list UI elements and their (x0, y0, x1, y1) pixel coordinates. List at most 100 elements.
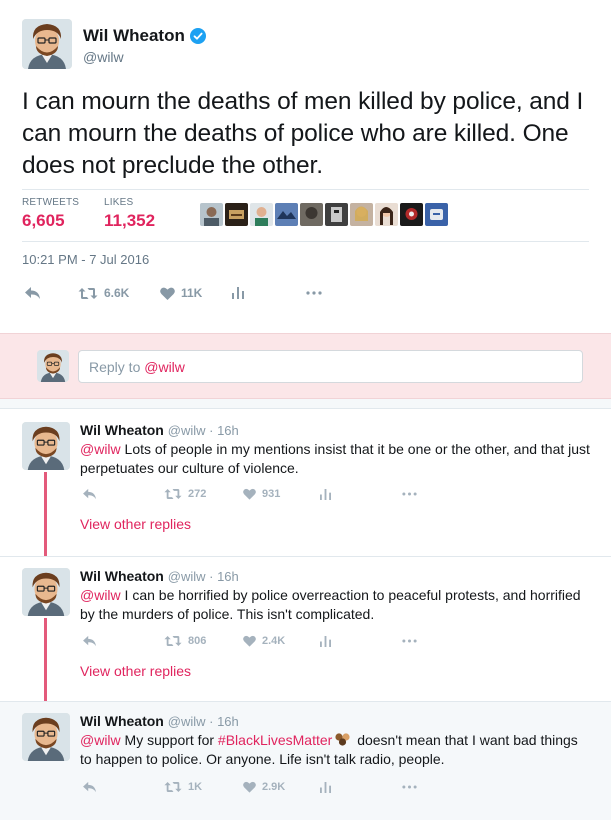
heart-icon (243, 488, 256, 500)
retweet-count: 1K (188, 781, 203, 793)
avatar[interactable] (22, 713, 70, 761)
more-icon (402, 785, 417, 789)
view-other-replies-link[interactable]: View other replies (80, 663, 191, 679)
reply-meta[interactable]: @wilw · 16h (168, 714, 239, 729)
reply-body: I can be horrified by police overreactio… (80, 587, 581, 622)
author-name-text[interactable]: Wil Wheaton (83, 26, 185, 46)
more-button[interactable] (402, 492, 417, 496)
reply-button[interactable] (82, 635, 164, 647)
reply-mention[interactable]: @wilw (80, 441, 121, 457)
analytics-button[interactable] (320, 781, 402, 793)
more-icon (402, 492, 417, 496)
tweet-actions: 6.6K 11K (24, 286, 322, 300)
reply-button[interactable] (24, 286, 78, 300)
reply-meta[interactable]: @wilw · 16h (168, 569, 239, 584)
liker-avatar[interactable] (400, 203, 423, 226)
like-count: 2.4K (262, 635, 286, 647)
retweets-value: 6,605 (22, 211, 65, 230)
retweet-button[interactable]: 6.6K (78, 286, 160, 300)
liker-avatar[interactable] (200, 203, 223, 226)
liker-avatar[interactable] (225, 203, 248, 226)
like-count: 931 (262, 488, 281, 500)
reply-meta[interactable]: @wilw · 16h (168, 423, 239, 438)
divider (22, 241, 589, 242)
reply-tweet[interactable]: Wil Wheaton @wilw · 16h @wilw My support… (0, 702, 611, 820)
retweet-icon (164, 636, 182, 646)
hashtag-link[interactable]: #BlackLivesMatter (218, 732, 332, 748)
like-button[interactable]: 11K (160, 286, 232, 300)
analytics-icon (320, 488, 331, 500)
reply-header: Wil Wheaton @wilw · 16h (80, 713, 239, 729)
reply-author-name[interactable]: Wil Wheaton (80, 422, 164, 438)
reply-mention[interactable]: @wilw (80, 587, 121, 603)
reply-actions: 272 931 (82, 488, 417, 500)
more-button[interactable] (306, 291, 322, 295)
avatar[interactable] (22, 422, 70, 470)
thread-line (44, 472, 47, 556)
like-count: 2.9K (262, 781, 286, 793)
reply-tweet[interactable]: Wil Wheaton @wilw · 16h @wilw Lots of pe… (0, 410, 611, 556)
reply-composer: Reply to @wilw (0, 333, 611, 399)
analytics-button[interactable] (320, 635, 402, 647)
more-button[interactable] (402, 639, 417, 643)
author-name[interactable]: Wil Wheaton (83, 26, 206, 46)
reply-icon (83, 488, 96, 500)
liker-avatar[interactable] (250, 203, 273, 226)
retweet-icon (164, 782, 182, 792)
main-tweet: Wil Wheaton @wilw I can mourn the deaths… (0, 0, 611, 333)
analytics-icon (232, 287, 244, 299)
author-handle[interactable]: @wilw (83, 49, 124, 65)
reply-actions: 1K 2.9K (82, 781, 417, 793)
retweet-count: 272 (188, 488, 207, 500)
reply-icon (25, 287, 40, 299)
analytics-button[interactable] (320, 488, 402, 500)
liker-avatar[interactable] (375, 203, 398, 226)
retweet-button[interactable]: 1K (164, 781, 243, 793)
retweet-count: 806 (188, 635, 207, 647)
retweets-label: RETWEETS (22, 197, 80, 208)
divider (22, 189, 589, 190)
reply-author-name[interactable]: Wil Wheaton (80, 713, 164, 729)
avatar[interactable] (22, 568, 70, 616)
like-button[interactable]: 931 (243, 488, 320, 500)
verified-badge-icon (189, 28, 206, 44)
reply-tweet[interactable]: Wil Wheaton @wilw · 16h @wilw I can be h… (0, 557, 611, 701)
liker-avatar[interactable] (300, 203, 323, 226)
reply-button[interactable] (82, 781, 164, 793)
liker-avatar[interactable] (350, 203, 373, 226)
retweet-button[interactable]: 806 (164, 635, 243, 647)
tweet-timestamp[interactable]: 10:21 PM - 7 Jul 2016 (22, 252, 149, 267)
heart-icon (243, 781, 256, 793)
reply-actions: 806 2.4K (82, 635, 417, 647)
analytics-button[interactable] (232, 287, 306, 299)
reply-mention[interactable]: @wilw (80, 732, 121, 748)
likes-stat[interactable]: LIKES 11,352 (104, 197, 155, 231)
liker-avatar[interactable] (425, 203, 448, 226)
more-button[interactable] (402, 785, 417, 789)
heart-icon (160, 287, 175, 300)
retweet-icon (164, 489, 182, 499)
reply-input[interactable]: Reply to @wilw (78, 350, 583, 383)
retweet-button[interactable]: 272 (164, 488, 243, 500)
retweet-count: 6.6K (104, 286, 130, 300)
liker-avatar[interactable] (275, 203, 298, 226)
liker-avatars (200, 203, 448, 226)
like-button[interactable]: 2.9K (243, 781, 320, 793)
reply-author-name[interactable]: Wil Wheaton (80, 568, 164, 584)
reply-icon (83, 635, 96, 647)
view-other-replies-link[interactable]: View other replies (80, 516, 191, 532)
analytics-icon (320, 781, 331, 793)
reply-body: Lots of people in my mentions insist tha… (80, 441, 590, 476)
reply-button[interactable] (82, 488, 164, 500)
avatar[interactable] (22, 19, 72, 69)
liker-avatar[interactable] (325, 203, 348, 226)
hashtag-emoji-icon (335, 733, 350, 746)
heart-icon (243, 635, 256, 647)
analytics-icon (320, 635, 331, 647)
like-button[interactable]: 2.4K (243, 635, 320, 647)
retweets-stat[interactable]: RETWEETS 6,605 (22, 197, 79, 231)
reply-input-mention: @wilw (144, 359, 185, 375)
reply-input-prefix: Reply to (89, 359, 145, 375)
more-icon (402, 639, 417, 643)
more-icon (306, 291, 322, 295)
